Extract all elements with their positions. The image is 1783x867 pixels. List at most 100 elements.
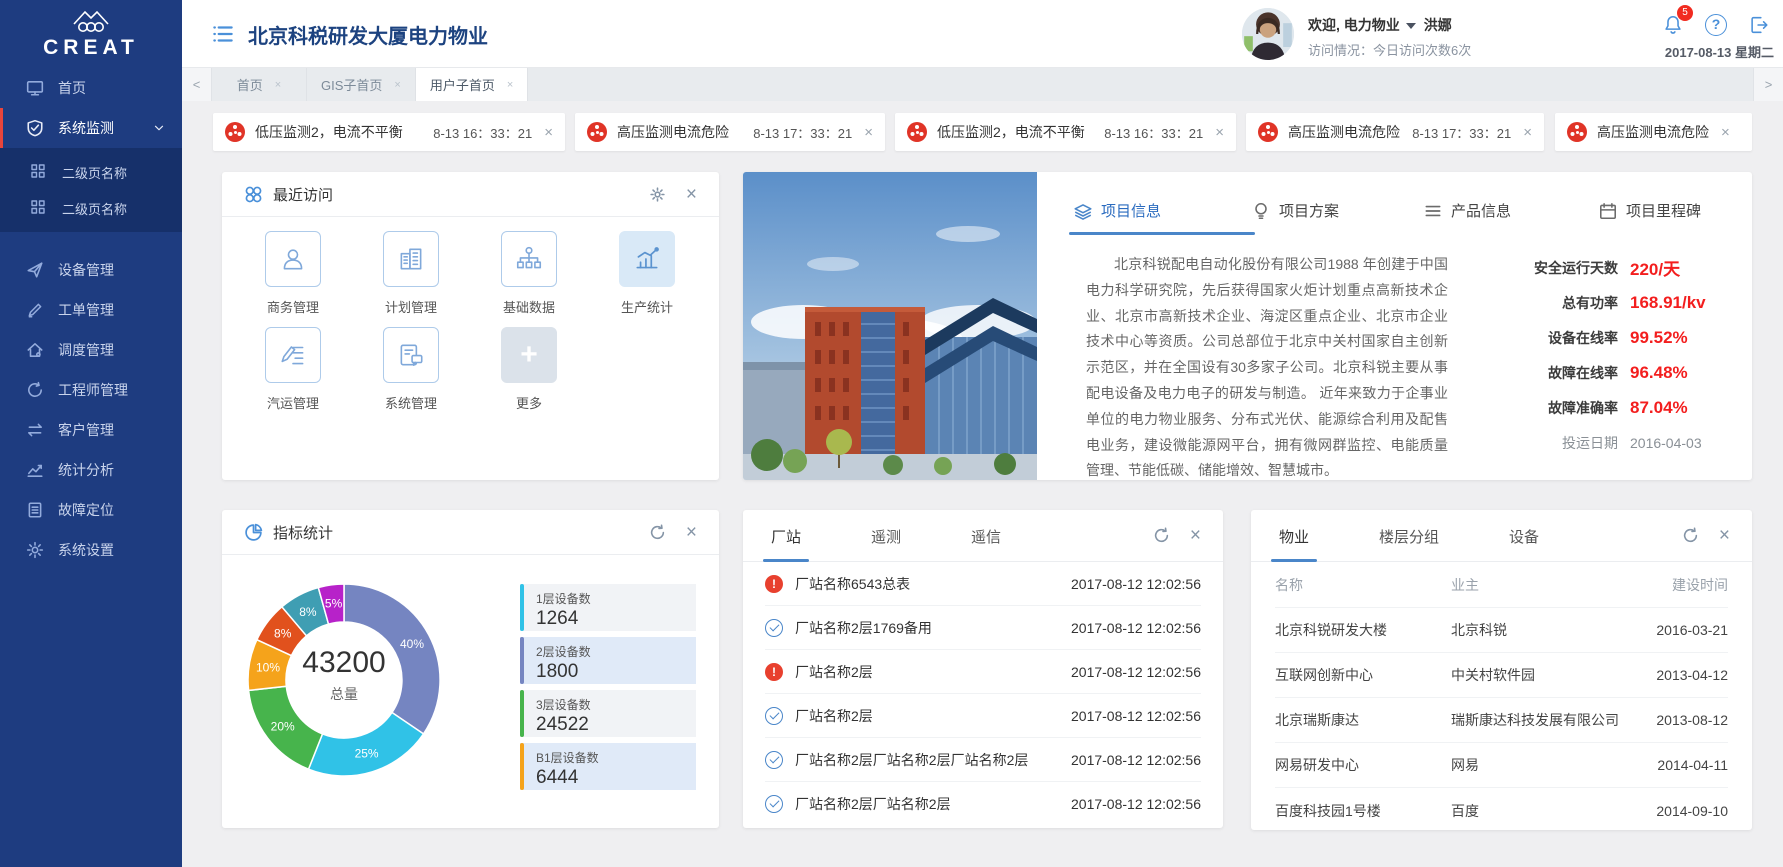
- notification-bell-icon[interactable]: 5: [1660, 12, 1686, 38]
- cell-owner: 瑞斯康达科技发展有限公司: [1451, 710, 1638, 730]
- project-tab-plan[interactable]: 项目方案: [1251, 200, 1423, 235]
- col-header-owner: 业主: [1451, 575, 1638, 595]
- props-tab-property[interactable]: 物业: [1273, 526, 1315, 561]
- gear-icon[interactable]: [649, 186, 666, 203]
- calendar-icon: [1598, 201, 1618, 221]
- donut-slice[interactable]: [309, 713, 424, 777]
- alert-card[interactable]: 高压监测电流危险 ×: [1555, 113, 1752, 151]
- close-icon[interactable]: ×: [1523, 124, 1532, 141]
- sidebar-item-dispatch-mgmt[interactable]: 调度管理: [0, 330, 182, 370]
- sidebar-item-workorder-mgmt[interactable]: 工单管理: [0, 290, 182, 330]
- app-logo[interactable]: CREAT: [0, 0, 182, 68]
- quick-item-more[interactable]: + 更多: [470, 327, 588, 423]
- project-tab-product[interactable]: 产品信息: [1423, 200, 1598, 235]
- station-row[interactable]: 厂站名称2层厂站名称2层 2017-08-12 12:02:56: [765, 782, 1201, 826]
- stations-list: ! 厂站名称6543总表 2017-08-12 12:02:56 厂站名称2层1…: [743, 562, 1223, 826]
- sidebar-item-customer-mgmt[interactable]: 客户管理: [0, 410, 182, 450]
- sidebar-item-statistics[interactable]: 统计分析: [0, 450, 182, 490]
- alert-card[interactable]: 高压监测电流危险 8-13 17：33：21 ×: [1246, 113, 1544, 151]
- visit-info: 访问情况：今日访问次数6次: [1308, 40, 1471, 59]
- refresh-icon[interactable]: [1682, 527, 1699, 544]
- welcome-text[interactable]: 欢迎, 电力物业洪娜: [1308, 15, 1452, 35]
- project-tab-info[interactable]: 项目信息: [1073, 200, 1251, 235]
- legend-item[interactable]: 1层设备数 1264: [520, 584, 696, 631]
- props-tab-floor-group[interactable]: 楼层分组: [1373, 526, 1445, 561]
- stat-label: 投运日期: [1498, 433, 1618, 453]
- project-info-panel: 项目信息 项目方案 产品信息 项目里程碑 北京科锐配电自动化股份有限公司1988…: [743, 172, 1752, 480]
- sidebar-item-settings[interactable]: 系统设置: [0, 530, 182, 570]
- sidebar-item-home[interactable]: 首页: [0, 68, 182, 108]
- station-row[interactable]: ! 厂站名称6543总表 2017-08-12 12:02:56: [765, 562, 1201, 606]
- stations-tab-telemetry[interactable]: 遥测: [865, 526, 907, 561]
- sidebar-item-device-mgmt[interactable]: 设备管理: [0, 250, 182, 290]
- table-row[interactable]: 北京瑞斯康达 瑞斯康达科技发展有限公司 2013-08-12: [1275, 698, 1728, 743]
- station-name: 厂站名称2层1769备用: [795, 618, 932, 638]
- station-row[interactable]: 厂站名称2层 2017-08-12 12:02:56: [765, 694, 1201, 738]
- station-name: 厂站名称2层: [795, 706, 873, 726]
- project-stats: 安全运行天数 220/天 总有功率 168.91/kv 设备在线率 99.52%…: [1498, 250, 1738, 460]
- tabs-scroll-right[interactable]: >: [1753, 68, 1783, 101]
- stat-row: 安全运行天数 220/天: [1498, 250, 1738, 285]
- dashboard-page: CREAT 首页 系统监测 二级页名称 二级页名称 设备管理: [0, 0, 1783, 867]
- quick-item-business[interactable]: 商务管理: [234, 231, 352, 327]
- close-icon[interactable]: ×: [1190, 526, 1201, 545]
- close-icon[interactable]: ×: [544, 124, 553, 141]
- legend-item[interactable]: 2层设备数 1800: [520, 637, 696, 684]
- donut-slice-label: 20%: [271, 720, 295, 734]
- quick-item-system[interactable]: 系统管理: [352, 327, 470, 423]
- stations-tab-station[interactable]: 厂站: [765, 526, 807, 561]
- props-tab-device[interactable]: 设备: [1503, 526, 1545, 561]
- close-icon[interactable]: ×: [1215, 124, 1224, 141]
- donut-slice[interactable]: [344, 584, 440, 734]
- table-row[interactable]: 北京科锐研发大楼 北京科锐 2016-03-21: [1275, 608, 1728, 653]
- tab-close-icon[interactable]: ×: [275, 79, 281, 91]
- station-row[interactable]: ! 厂站名称2层 2017-08-12 12:02:56: [765, 650, 1201, 694]
- table-row[interactable]: 网易研发中心 网易 2014-04-11: [1275, 743, 1728, 788]
- tab-home[interactable]: 首页 ×: [212, 68, 307, 101]
- sidebar-subitem-2[interactable]: 二级页名称: [0, 190, 182, 226]
- quick-item-label: 更多: [516, 393, 542, 412]
- close-icon[interactable]: ×: [686, 185, 697, 204]
- logout-icon[interactable]: [1746, 12, 1772, 38]
- quick-item-production-stats[interactable]: 生产统计: [588, 231, 706, 327]
- sidebar-subitem-1[interactable]: 二级页名称: [0, 154, 182, 190]
- quick-item-plan[interactable]: 计划管理: [352, 231, 470, 327]
- close-icon[interactable]: ×: [864, 124, 873, 141]
- tab-close-icon[interactable]: ×: [507, 79, 513, 91]
- home-icon: [26, 341, 44, 359]
- project-tab-milestone[interactable]: 项目里程碑: [1598, 200, 1701, 235]
- tab-user-subpage[interactable]: 用户子首页 ×: [416, 68, 528, 101]
- quick-item-basedata[interactable]: 基础数据: [470, 231, 588, 327]
- table-row[interactable]: 互联网创新中心 中关村软件园 2013-04-12: [1275, 653, 1728, 698]
- refresh-icon[interactable]: [1153, 527, 1170, 544]
- station-row[interactable]: 厂站名称2层厂站名称2层厂站名称2层 2017-08-12 12:02:56: [765, 738, 1201, 782]
- stations-tab-telesignal[interactable]: 遥信: [965, 526, 1007, 561]
- close-icon[interactable]: ×: [1721, 124, 1730, 141]
- sidebar-item-system-monitor[interactable]: 系统监测: [0, 108, 182, 148]
- sidebar-item-fault-location[interactable]: 故障定位: [0, 490, 182, 530]
- alert-card[interactable]: 高压监测电流危险 8-13 17：33：21 ×: [575, 113, 885, 151]
- stat-row: 总有功率 168.91/kv: [1498, 285, 1738, 320]
- alert-card[interactable]: 低压监测2，电流不平衡 8-13 16：33：21 ×: [213, 113, 565, 151]
- menu-list-icon[interactable]: [210, 21, 236, 52]
- table-row[interactable]: 百度科技园1号楼 百度 2014-09-10: [1275, 788, 1728, 833]
- station-time: 2017-08-12 12:02:56: [1061, 752, 1201, 768]
- refresh-icon[interactable]: [649, 524, 666, 541]
- user-icon: [278, 244, 308, 274]
- tabs-scroll-left[interactable]: <: [182, 68, 212, 101]
- help-icon[interactable]: ?: [1703, 12, 1729, 38]
- legend-item[interactable]: 3层设备数 24522: [520, 690, 696, 737]
- avatar[interactable]: [1242, 8, 1294, 60]
- close-icon[interactable]: ×: [686, 523, 697, 542]
- quick-item-transport[interactable]: 汽运管理: [234, 327, 352, 423]
- alert-text: 高压监测电流危险: [1597, 122, 1709, 142]
- tab-gis-subpage[interactable]: GIS子首页 ×: [307, 68, 416, 101]
- close-icon[interactable]: ×: [1719, 526, 1730, 545]
- station-time: 2017-08-12 12:02:56: [1061, 664, 1201, 680]
- alert-card[interactable]: 低压监测2，电流不平衡 8-13 16：33：21 ×: [895, 113, 1236, 151]
- legend-item[interactable]: B1层设备数 6444: [520, 743, 696, 790]
- tab-close-icon[interactable]: ×: [394, 79, 400, 91]
- sidebar-item-engineer-mgmt[interactable]: 工程师管理: [0, 370, 182, 410]
- station-row[interactable]: 厂站名称2层1769备用 2017-08-12 12:02:56: [765, 606, 1201, 650]
- system-monitor-icon: [26, 119, 44, 137]
